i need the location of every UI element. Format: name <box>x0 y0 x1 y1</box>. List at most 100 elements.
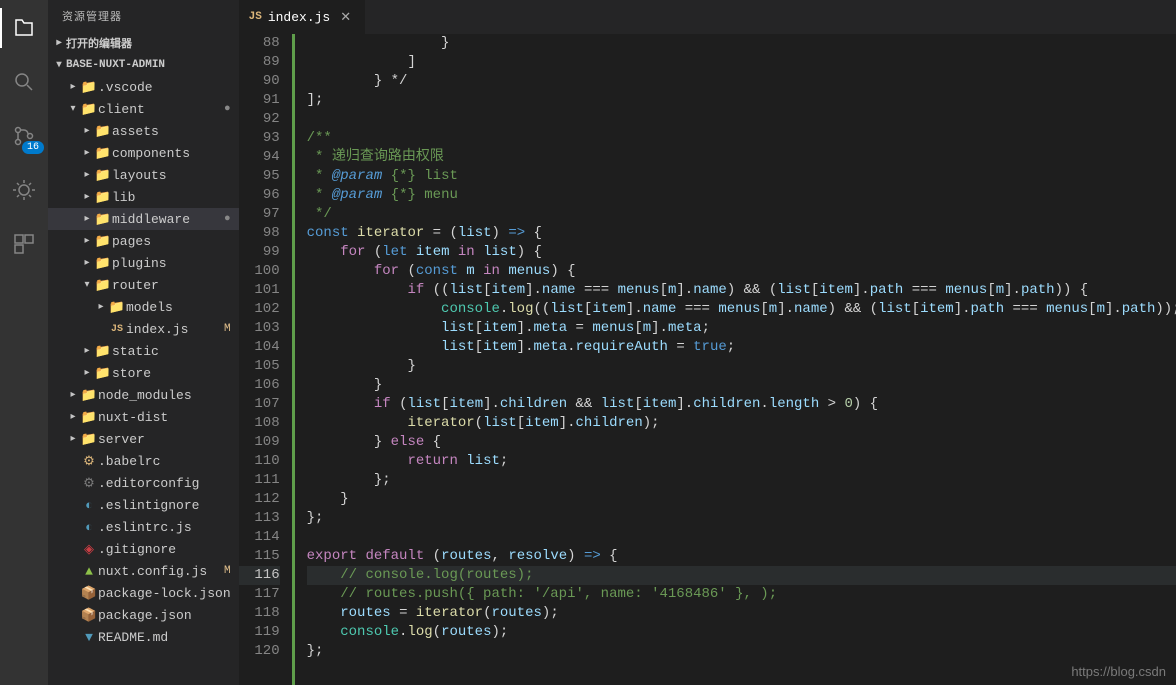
tab-index-js[interactable]: JS index.js ✕ <box>239 0 367 34</box>
tree-item--eslintignore[interactable]: ◐.eslintignore <box>48 494 239 516</box>
tree-label: middleware <box>112 212 224 227</box>
tree-label: .eslintrc.js <box>98 520 231 535</box>
tree-label: node_modules <box>98 388 231 403</box>
tree-item-index-js[interactable]: JSindex.jsM <box>48 318 239 340</box>
tree-item-pages[interactable]: ▸📁pages <box>48 230 239 252</box>
tree-item--babelrc[interactable]: ⚙.babelrc <box>48 450 239 472</box>
debug-icon[interactable] <box>0 170 48 210</box>
file-icon: ⚙ <box>80 476 98 491</box>
tree-item-package-lock-json[interactable]: 📦package-lock.json <box>48 582 239 604</box>
tree-label: README.md <box>98 630 231 645</box>
file-icon: 📁 <box>94 168 112 183</box>
open-editors-section[interactable]: ▸ 打开的编辑器 <box>48 32 239 54</box>
tree-item-package-json[interactable]: 📦package.json <box>48 604 239 626</box>
tree-item--eslintrc-js[interactable]: ◐.eslintrc.js <box>48 516 239 538</box>
tree-item--vscode[interactable]: ▸📁.vscode <box>48 76 239 98</box>
tree-label: nuxt.config.js <box>98 564 224 579</box>
chevron-icon: ▸ <box>80 169 94 181</box>
tree-item-static[interactable]: ▸📁static <box>48 340 239 362</box>
tree-label: layouts <box>112 168 231 183</box>
chevron-icon: ▾ <box>80 279 94 291</box>
chevron-icon: ▸ <box>80 213 94 225</box>
tree-item-models[interactable]: ▸📁models <box>48 296 239 318</box>
code-editor[interactable]: 8889909192939495969798991001011021031041… <box>239 34 1176 685</box>
file-icon: 📁 <box>80 102 98 117</box>
tree-label: .eslintignore <box>98 498 231 513</box>
chevron-icon: ▸ <box>80 191 94 203</box>
chevron-icon: ▸ <box>80 345 94 357</box>
tree-label: package-lock.json <box>98 586 231 601</box>
tree-label: store <box>112 366 231 381</box>
tree-label: router <box>112 278 231 293</box>
status-indicator: ● <box>224 213 231 225</box>
code-content[interactable]: } ] } */]; /** * 递归查询路由权限 * @param {*} l… <box>295 34 1176 685</box>
file-icon: 📁 <box>80 80 98 95</box>
sidebar-title: 资源管理器 <box>48 0 239 32</box>
file-icon: 📁 <box>80 388 98 403</box>
tree-label: client <box>98 102 224 117</box>
sidebar: 资源管理器 ▸ 打开的编辑器 ▾ BASE-NUXT-ADMIN ▸📁.vsco… <box>48 0 239 685</box>
tree-label: assets <box>112 124 231 139</box>
chevron-icon: ▸ <box>80 147 94 159</box>
file-icon: 📁 <box>94 256 112 271</box>
file-icon: 📁 <box>94 190 112 205</box>
tree-label: lib <box>112 190 231 205</box>
file-icon: 📁 <box>94 344 112 359</box>
file-icon: JS <box>108 324 126 335</box>
tree-label: plugins <box>112 256 231 271</box>
file-icon: ▼ <box>80 630 98 645</box>
tree-item-nuxt-dist[interactable]: ▸📁nuxt-dist <box>48 406 239 428</box>
status-indicator: M <box>224 323 231 335</box>
tree-item-server[interactable]: ▸📁server <box>48 428 239 450</box>
chevron-icon: ▸ <box>80 367 94 379</box>
file-tree: ▸ 打开的编辑器 ▾ BASE-NUXT-ADMIN ▸📁.vscode▾📁cl… <box>48 32 239 685</box>
tree-item-client[interactable]: ▾📁client● <box>48 98 239 120</box>
file-icon: ◈ <box>80 542 98 557</box>
close-icon[interactable]: ✕ <box>336 10 355 25</box>
search-icon[interactable] <box>0 62 48 102</box>
file-icon: ◐ <box>80 520 98 535</box>
file-icon: 📁 <box>80 410 98 425</box>
tree-item-middleware[interactable]: ▸📁middleware● <box>48 208 239 230</box>
line-gutter: 8889909192939495969798991001011021031041… <box>239 34 295 685</box>
chevron-icon: ▸ <box>52 37 66 49</box>
tree-item-plugins[interactable]: ▸📁plugins <box>48 252 239 274</box>
extensions-icon[interactable] <box>0 224 48 264</box>
tree-label: static <box>112 344 231 359</box>
js-file-icon: JS <box>249 11 262 23</box>
tree-item-nuxt-config-js[interactable]: ▲nuxt.config.jsM <box>48 560 239 582</box>
tree-item-router[interactable]: ▾📁router <box>48 274 239 296</box>
chevron-icon: ▸ <box>66 81 80 93</box>
file-icon: ⚙ <box>80 454 98 469</box>
tree-label: .vscode <box>98 80 231 95</box>
file-icon: 📁 <box>94 146 112 161</box>
chevron-icon: ▸ <box>66 389 80 401</box>
tree-item-README-md[interactable]: ▼README.md <box>48 626 239 648</box>
tree-label: models <box>126 300 231 315</box>
tree-item--gitignore[interactable]: ◈.gitignore <box>48 538 239 560</box>
file-icon: ▲ <box>80 564 98 579</box>
chevron-icon: ▸ <box>66 433 80 445</box>
tree-item-layouts[interactable]: ▸📁layouts <box>48 164 239 186</box>
tree-item-store[interactable]: ▸📁store <box>48 362 239 384</box>
file-icon: 📁 <box>94 124 112 139</box>
tree-item-assets[interactable]: ▸📁assets <box>48 120 239 142</box>
file-icon: 📁 <box>108 300 126 315</box>
chevron-icon: ▸ <box>94 301 108 313</box>
explorer-icon[interactable] <box>0 8 48 48</box>
project-section[interactable]: ▾ BASE-NUXT-ADMIN <box>48 54 239 76</box>
source-control-icon[interactable]: 16 <box>0 116 48 156</box>
tree-item-node_modules[interactable]: ▸📁node_modules <box>48 384 239 406</box>
tree-item-components[interactable]: ▸📁components <box>48 142 239 164</box>
file-icon: ◐ <box>80 498 98 513</box>
tree-label: .gitignore <box>98 542 231 557</box>
chevron-icon: ▾ <box>52 59 66 71</box>
tree-label: index.js <box>126 322 224 337</box>
tree-item--editorconfig[interactable]: ⚙.editorconfig <box>48 472 239 494</box>
tree-label: server <box>98 432 231 447</box>
file-icon: 📁 <box>94 366 112 381</box>
tree-label: .babelrc <box>98 454 231 469</box>
editor-tabs: JS index.js ✕ <box>239 0 1176 34</box>
chevron-icon: ▸ <box>80 257 94 269</box>
tree-item-lib[interactable]: ▸📁lib <box>48 186 239 208</box>
